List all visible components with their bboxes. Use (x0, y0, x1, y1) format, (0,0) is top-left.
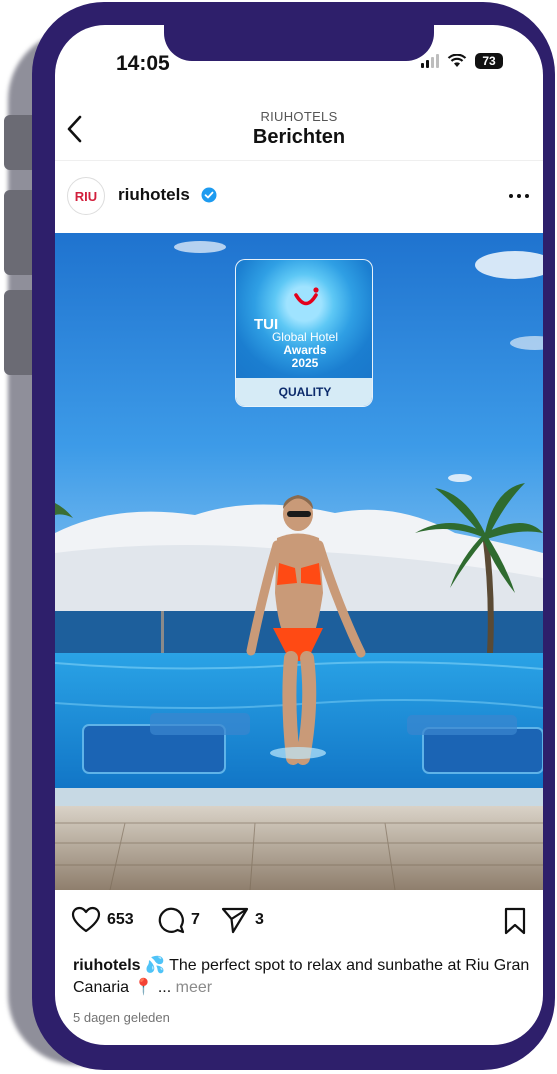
caption-username[interactable]: riuhotels (73, 957, 141, 974)
post-actions: 653 7 3 (55, 905, 543, 941)
more-options-icon[interactable] (507, 187, 531, 205)
send-icon[interactable] (221, 906, 249, 934)
post-time-ago: 5 dagen geleden (73, 1010, 170, 1025)
heart-icon[interactable] (71, 906, 101, 934)
like-count: 653 (107, 911, 134, 928)
share-count: 3 (255, 911, 264, 928)
signal-icon (421, 54, 439, 68)
award-badge: TUI Global Hotel Awards 2025 QUALITY (235, 259, 373, 407)
share-action[interactable]: 3 (221, 905, 264, 935)
caption-text: 💦 The perfect spot to relax and sunbathe… (73, 957, 530, 996)
avatar[interactable]: RIU (67, 177, 105, 215)
post-image[interactable]: TUI Global Hotel Awards 2025 QUALITY (55, 233, 543, 890)
header-account-caption: RIUHOTELS (260, 109, 338, 124)
award-line2: Awards (283, 343, 327, 357)
wifi-icon (447, 54, 467, 67)
nav-header: RIUHOTELS Berichten (55, 105, 543, 161)
comment-icon[interactable] (157, 906, 185, 934)
comment-action[interactable]: 7 (157, 905, 200, 935)
page-title: Berichten (252, 126, 346, 148)
comment-count: 7 (191, 911, 200, 928)
status-icons: 73 (421, 53, 503, 69)
like-action[interactable]: 653 (71, 905, 134, 935)
award-quality-label: QUALITY (236, 378, 372, 406)
post-username[interactable]: riuhotels (118, 185, 190, 205)
battery-icon: 73 (475, 53, 503, 69)
notch (164, 25, 434, 61)
award-line3: 2025 (291, 356, 319, 370)
caption-more-link[interactable]: meer (176, 979, 212, 996)
post-caption: riuhotels 💦 The perfect spot to relax an… (73, 955, 533, 999)
tui-smile-logo-icon (294, 287, 319, 306)
status-time: 14:05 (116, 52, 170, 75)
bookmark-icon[interactable] (503, 907, 527, 935)
award-line1: Global Hotel (271, 330, 339, 344)
verified-badge-icon (201, 187, 217, 203)
post-header: RIU riuhotels (55, 175, 543, 223)
phone-screen: 14:05 73 RIUHOTELS Berichten RIU riuhote… (55, 25, 543, 1045)
phone-frame: 14:05 73 RIUHOTELS Berichten RIU riuhote… (32, 2, 555, 1070)
